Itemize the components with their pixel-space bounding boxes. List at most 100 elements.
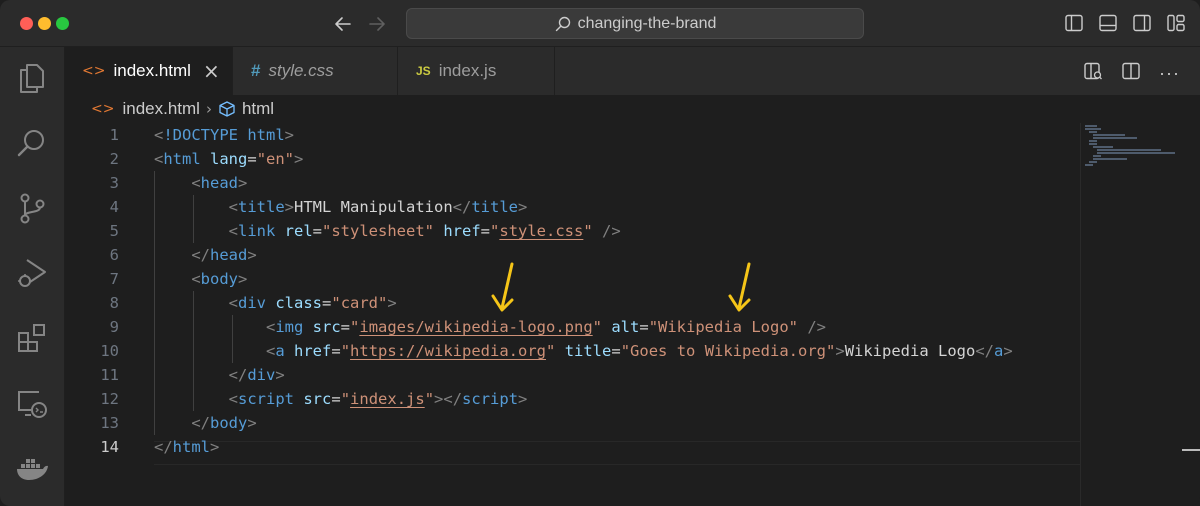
code-token: =: [611, 342, 621, 360]
code-token: <: [191, 270, 201, 288]
code-text: <body>: [154, 267, 247, 291]
minimize-window-button[interactable]: [38, 17, 51, 30]
code-token: style.css: [499, 222, 584, 240]
breadcrumb-file[interactable]: index.html: [122, 99, 199, 119]
search-icon: [555, 16, 570, 31]
annotation-arrow-icon: [728, 262, 751, 312]
code-editor[interactable]: 1 <!DOCTYPE html> 2 <html lang="en"> 3 <head…: [65, 123, 1080, 506]
code-line[interactable]: 5 <link rel="stylesheet" href="style.css…: [65, 219, 1080, 243]
title-bar: changing-the-brand: [0, 0, 1200, 47]
tab-style-css[interactable]: # style.css: [232, 47, 397, 95]
code-token: >: [238, 270, 248, 288]
toggle-panel-icon[interactable]: [1098, 13, 1118, 33]
close-icon[interactable]: ×: [203, 59, 220, 83]
vscode-window: changing-the-brand <> index.html × # sty…: [0, 0, 1200, 506]
code-line[interactable]: 10 <a href="https://wikipedia.org" title…: [65, 339, 1080, 363]
split-editor-icon[interactable]: [1121, 61, 1141, 86]
code-token: >: [284, 198, 295, 216]
code-token: >: [238, 174, 248, 192]
close-window-button[interactable]: [20, 17, 33, 30]
code-text: <img src="images/wikipedia-logo.png" alt…: [154, 315, 826, 339]
code-line[interactable]: 9 <img src="images/wikipedia-logo.png" a…: [65, 315, 1080, 339]
code-text: <link rel="stylesheet" href="style.css" …: [154, 219, 621, 243]
code-text: </html>: [154, 435, 219, 459]
line-number: 2: [109, 150, 119, 168]
js-file-icon: JS: [416, 64, 431, 78]
command-center-search[interactable]: changing-the-brand: [406, 8, 864, 39]
code-line[interactable]: 7 <body>: [65, 267, 1080, 291]
code-token: href: [294, 342, 332, 360]
toggle-primary-sidebar-icon[interactable]: [1064, 13, 1084, 33]
code-token: </: [191, 414, 210, 432]
code-token: =: [312, 222, 323, 240]
remote-explorer-icon[interactable]: [15, 386, 49, 420]
html-file-icon: <>: [91, 101, 115, 117]
tab-label: index.js: [438, 61, 497, 80]
open-preview-icon[interactable]: [1083, 61, 1103, 86]
run-debug-icon[interactable]: [15, 256, 49, 290]
code-token: ": [546, 342, 556, 360]
tab-label: style.css: [268, 61, 334, 80]
line-number: 9: [109, 318, 119, 336]
tab-bar: <> index.html × # style.css JS index.js …: [65, 47, 1200, 95]
code-text: <a href="https://wikipedia.org" title="G…: [154, 339, 1013, 363]
breadcrumb: <> index.html › html: [65, 95, 1200, 123]
breadcrumb-element[interactable]: html: [242, 99, 274, 119]
code-token: title: [471, 198, 518, 216]
code-token: >: [294, 150, 304, 168]
code-token: ": [424, 390, 435, 408]
line-number: 6: [109, 246, 119, 264]
customize-layout-icon[interactable]: [1166, 13, 1186, 33]
code-token: <: [154, 150, 164, 168]
code-token: ": [583, 222, 593, 240]
code-token: head: [210, 246, 248, 264]
code-token: script: [462, 390, 519, 408]
maximize-window-button[interactable]: [56, 17, 69, 30]
code-token: ": [490, 222, 500, 240]
source-control-icon[interactable]: [15, 191, 49, 225]
line-number: 7: [109, 270, 119, 288]
annotation-arrow-icon: [491, 262, 514, 312]
code-line[interactable]: 13 </body>: [65, 411, 1080, 435]
code-line[interactable]: 12 <script src="index.js"></script>: [65, 387, 1080, 411]
code-token: html: [163, 150, 201, 168]
code-token: HTML Manipulation: [294, 198, 453, 216]
arrow-left-icon[interactable]: [332, 13, 354, 35]
code-token: img: [275, 318, 304, 336]
code-line[interactable]: 8 <div class="card">: [65, 291, 1080, 315]
code-line[interactable]: 11 </div>: [65, 363, 1080, 387]
code-line[interactable]: 3 <head>: [65, 171, 1080, 195]
code-token: >: [275, 366, 285, 384]
tab-index-html[interactable]: <> index.html ×: [65, 47, 232, 95]
explorer-icon[interactable]: [15, 61, 49, 95]
code-token: <: [228, 222, 238, 240]
code-text: </head>: [154, 243, 256, 267]
code-token: =: [340, 318, 351, 336]
code-line[interactable]: 4 <title>HTML Manipulation</title>: [65, 195, 1080, 219]
code-token: "en": [256, 150, 295, 168]
toggle-secondary-sidebar-icon[interactable]: [1132, 13, 1152, 33]
docker-icon[interactable]: [15, 451, 49, 485]
code-line[interactable]: 6 </head>: [65, 243, 1080, 267]
code-token: <: [265, 342, 276, 360]
search-icon[interactable]: [15, 126, 49, 160]
code-line[interactable]: 2 <html lang="en">: [65, 147, 1080, 171]
tab-index-js[interactable]: JS index.js: [397, 47, 555, 95]
arrow-right-icon[interactable]: [366, 13, 388, 35]
code-token: ": [340, 390, 351, 408]
minimap[interactable]: [1080, 123, 1200, 506]
more-actions-icon[interactable]: ···: [1159, 63, 1180, 84]
code-token: !DOCTYPE: [163, 126, 238, 144]
code-token: <: [228, 390, 238, 408]
extensions-icon[interactable]: [15, 321, 49, 355]
code-token: </: [975, 342, 995, 360]
code-token: </: [154, 438, 173, 456]
code-token: div: [247, 366, 276, 384]
code-line[interactable]: 14 </html>: [65, 435, 1080, 459]
code-line[interactable]: 1 <!DOCTYPE html>: [65, 123, 1080, 147]
scrollbar-cursor-marker: [1182, 449, 1200, 451]
